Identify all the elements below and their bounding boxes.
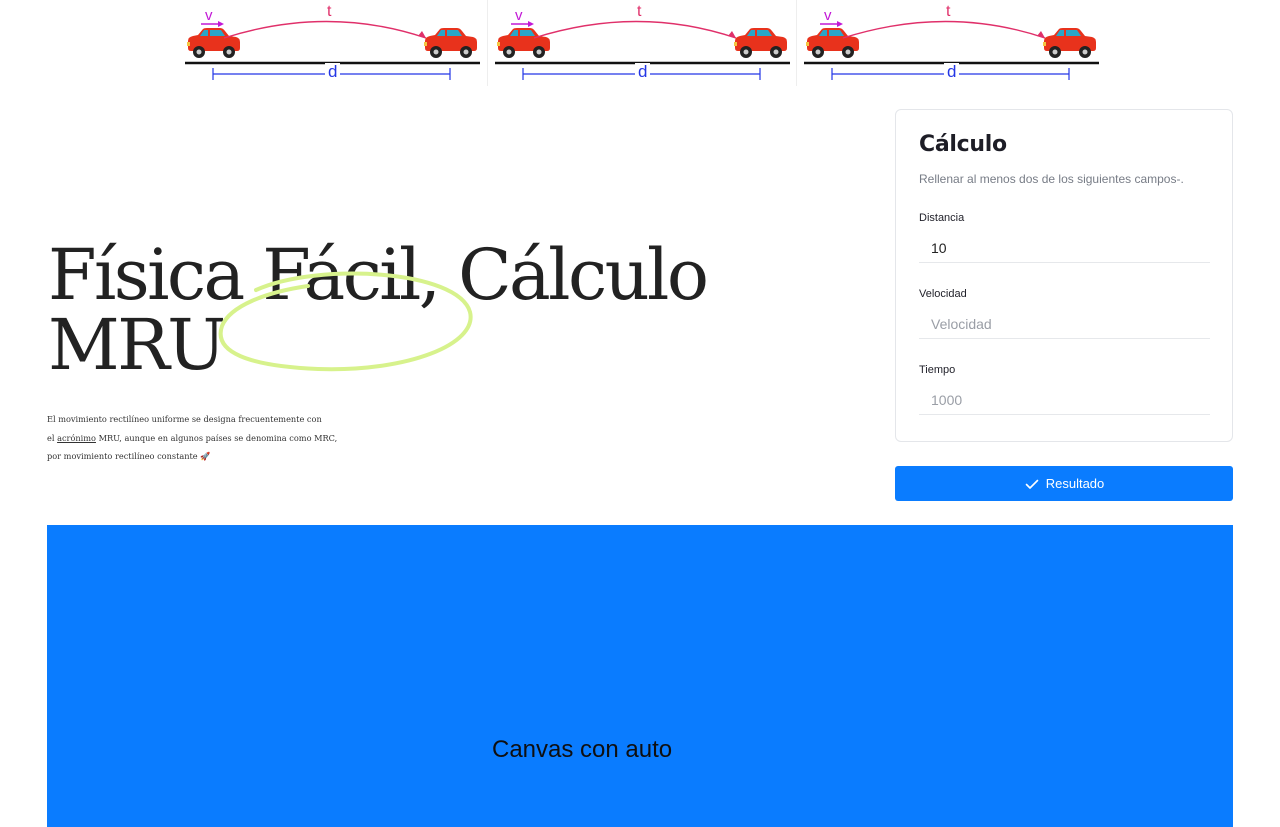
- mru-diagram-strip: v t d v t d v t d: [178, 0, 1108, 86]
- time-input[interactable]: [919, 385, 1210, 415]
- result-button-label: Resultado: [1045, 476, 1105, 491]
- calc-card: Cálculo Rellenar al menos dos de los sig…: [895, 109, 1233, 442]
- check-icon: [1025, 479, 1039, 489]
- mru-diagram: v t d: [487, 0, 796, 86]
- velocity-label: v: [824, 7, 832, 24]
- calc-subtitle: Rellenar al menos dos de los siguientes …: [919, 172, 1184, 186]
- hero-description-line-1: El movimiento rectilíneo uniforme se des…: [47, 414, 322, 424]
- distance-input[interactable]: [919, 233, 1210, 263]
- result-button[interactable]: Resultado: [895, 466, 1233, 501]
- distance-label: Distancia: [919, 212, 965, 224]
- velocity-label: v: [205, 7, 213, 24]
- acronym-link[interactable]: acrónimo: [57, 433, 96, 443]
- hero-description-text: MRU, aunque en algunos países se denomin…: [95, 432, 338, 443]
- mru-diagram: v t d: [178, 0, 487, 86]
- time-label: Tiempo: [919, 364, 956, 376]
- hero-description-line-2: el acrónimo MRU, aunque en algunos paíse…: [47, 429, 347, 448]
- highlight-scribble: [218, 271, 473, 372]
- time-label: t: [637, 3, 642, 20]
- calc-title: Cálculo: [919, 132, 1007, 157]
- hero-description-line-3: por movimiento rectilíneo constante 🚀: [47, 451, 211, 461]
- velocity-input[interactable]: [919, 309, 1210, 339]
- distance-label: d: [635, 63, 651, 80]
- mru-diagram: v t d: [796, 0, 1105, 86]
- velocity-label: Velocidad: [919, 288, 967, 300]
- hero-description-text: el: [47, 432, 58, 443]
- time-label: t: [946, 3, 951, 20]
- distance-label: d: [325, 63, 341, 80]
- velocity-label: v: [515, 7, 523, 24]
- canvas-label: Canvas con auto: [492, 736, 673, 763]
- hero-description: El movimiento rectilíneo uniforme se des…: [47, 410, 347, 466]
- car-canvas[interactable]: Canvas con auto: [47, 525, 1233, 827]
- time-label: t: [327, 3, 332, 20]
- distance-label: d: [944, 63, 960, 80]
